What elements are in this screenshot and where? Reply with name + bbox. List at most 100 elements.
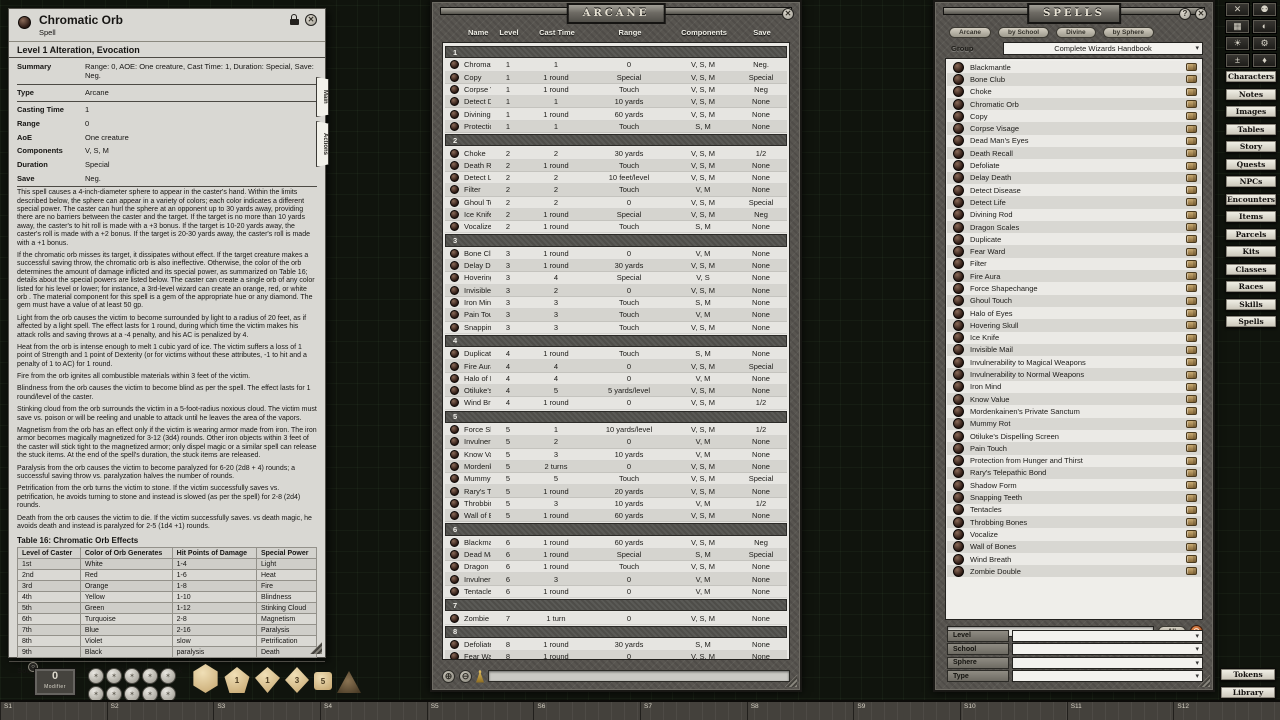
spell-orb-icon[interactable] [953, 492, 964, 503]
link-icon[interactable] [1186, 137, 1197, 145]
sidebar-item-skills[interactable]: Skills [1225, 298, 1277, 311]
window-title[interactable]: ARCANE [567, 3, 666, 24]
spell-list-item[interactable]: Snapping Teeth [947, 491, 1201, 503]
close-icon[interactable]: ✕ [782, 8, 794, 20]
d4-die-icon[interactable] [337, 671, 361, 693]
spell-list-item[interactable]: Fire Aura [947, 270, 1201, 282]
spell-list-item[interactable]: Corpse Visage [947, 122, 1201, 134]
group-dropdown[interactable]: Complete Wizards Handbook ▾ [1003, 42, 1203, 55]
link-icon[interactable] [1186, 321, 1197, 329]
light-icon[interactable]: ☀ [1225, 36, 1250, 51]
arcane-spell-row[interactable]: Dragon Scales61 roundTouchV, S, MNone [445, 561, 787, 573]
spell-list-item[interactable]: Invulnerability to Magical Weapons [947, 356, 1201, 368]
link-icon[interactable] [1186, 309, 1197, 317]
coin-slot-icon[interactable]: ✶ [88, 668, 104, 684]
link-icon[interactable] [1186, 334, 1197, 342]
hotkey-slot[interactable]: S5 [427, 702, 534, 720]
link-icon[interactable] [1186, 162, 1197, 170]
arcane-spell-row[interactable]: Ghoul Touch220V, S, MSpecial [445, 197, 787, 209]
spell-orb-icon[interactable] [953, 369, 964, 380]
arcane-spell-row[interactable]: Divining Rod11 round60 yardsV, S, MNone [445, 108, 787, 120]
link-icon[interactable] [1186, 407, 1197, 415]
hotkey-slot[interactable]: S4 [320, 702, 427, 720]
link-icon[interactable] [1186, 260, 1197, 268]
spell-list-item[interactable]: Know Value [947, 393, 1201, 405]
arcane-spell-row[interactable]: Filter22TouchV, MNone [445, 184, 787, 196]
spell-orb-icon[interactable] [450, 185, 459, 194]
spell-list-item[interactable]: Divining Rod [947, 209, 1201, 221]
spell-orb-icon[interactable] [953, 443, 964, 454]
sidebar-item-characters[interactable]: Characters [1225, 70, 1277, 83]
spell-orb-icon[interactable] [450, 198, 459, 207]
spell-orb-icon[interactable] [953, 258, 964, 269]
spell-list-item[interactable]: Duplicate [947, 233, 1201, 245]
spell-list-item[interactable]: Chromatic Orb [947, 98, 1201, 110]
spell-orb-icon[interactable] [953, 271, 964, 282]
arcane-spell-row[interactable]: Know Value5310 yardsV, MNone [445, 449, 787, 461]
spell-list-item[interactable]: Protection from Hunger and Thirst [947, 455, 1201, 467]
coin-slot-icon[interactable]: ✶ [106, 668, 122, 684]
spell-orb-icon[interactable] [450, 652, 459, 660]
spell-orb-icon[interactable] [953, 209, 964, 220]
spell-list-item[interactable]: Dragon Scales [947, 221, 1201, 233]
spell-orb-icon[interactable] [450, 362, 459, 371]
link-icon[interactable] [1186, 395, 1197, 403]
spell-orb-icon[interactable] [953, 283, 964, 294]
link-icon[interactable] [1186, 383, 1197, 391]
sidebar-item-tokens[interactable]: Tokens [1220, 668, 1276, 681]
tab-by-school[interactable]: by School [998, 27, 1049, 38]
arcane-spell-row[interactable]: Snapping Teeth33TouchV, S, MNone [445, 322, 787, 334]
sidebar-item-kits[interactable]: Kits [1225, 245, 1277, 258]
link-icon[interactable] [1186, 494, 1197, 502]
arcane-spell-row[interactable]: Invulnerability to Normal Weapons520V, M… [445, 436, 787, 448]
spell-orb-icon[interactable] [953, 295, 964, 306]
spell-list-item[interactable]: Otiluke's Dispelling Screen [947, 430, 1201, 442]
spell-orb-icon[interactable] [450, 173, 459, 182]
arcane-spell-row[interactable]: Tentacles61 round0V, MNone [445, 586, 787, 598]
arcane-spell-row[interactable]: Invulnerability to Magical Weapons630V, … [445, 573, 787, 585]
spell-orb-icon[interactable] [450, 97, 459, 106]
spell-list-item[interactable]: Rary's Telepathic Bond [947, 467, 1201, 479]
link-icon[interactable] [1186, 555, 1197, 563]
calculator-icon[interactable]: ▦ [1225, 19, 1250, 34]
arcane-spell-row[interactable]: Throbbing Bones5310 yardsV, M1/2 [445, 498, 787, 510]
help-icon[interactable]: ? [1179, 8, 1191, 20]
remove-icon[interactable]: ⊖ [459, 670, 472, 683]
link-icon[interactable] [1186, 125, 1197, 133]
spell-orb-icon[interactable] [450, 450, 459, 459]
link-icon[interactable] [1186, 567, 1197, 575]
arcane-spell-row[interactable]: Choke2230 yardsV, S, M1/2 [445, 147, 787, 159]
arcane-spell-row[interactable]: Copy11 roundSpecialV, S, MSpecial [445, 72, 787, 84]
spell-orb-icon[interactable] [953, 418, 964, 429]
tab-divine[interactable]: Divine [1056, 27, 1096, 38]
link-icon[interactable] [1186, 530, 1197, 538]
arcane-spell-row[interactable]: Detect Life2210 feet/levelV, S, MNone [445, 172, 787, 184]
sidebar-item-tables[interactable]: Tables [1225, 123, 1277, 136]
arcane-spell-row[interactable]: Force Shapechange5110 yards/levelV, S, M… [445, 424, 787, 436]
spell-list-item[interactable]: Pain Touch [947, 442, 1201, 454]
arcane-spell-row[interactable]: Blackmantle61 round60 yardsV, S, MNeg [445, 537, 787, 549]
spell-orb-icon[interactable] [953, 74, 964, 85]
link-icon[interactable] [1186, 297, 1197, 305]
spell-orb-icon[interactable] [450, 398, 459, 407]
filter-dropdown-sphere[interactable]: ▾ [1012, 657, 1203, 669]
spell-orb-icon[interactable] [450, 286, 459, 295]
filter-dropdown-school[interactable]: ▾ [1012, 643, 1203, 655]
sidebar-item-spells[interactable]: Spells [1225, 315, 1277, 328]
link-icon[interactable] [1186, 63, 1197, 71]
arcane-spell-row[interactable]: Corpse Visage11 roundTouchV, S, MNeg [445, 84, 787, 96]
spell-orb-icon[interactable] [953, 517, 964, 528]
spell-orb-icon[interactable] [953, 431, 964, 442]
hotkey-slot[interactable]: S3 [213, 702, 320, 720]
spell-list-item[interactable]: Wall of Bones [947, 541, 1201, 553]
spell-list-item[interactable]: Dead Man's Eyes [947, 135, 1201, 147]
arcane-spell-row[interactable]: Death Recall21 roundTouchV, S, MNone [445, 160, 787, 172]
spell-orb-icon[interactable] [450, 437, 459, 446]
spell-orb-icon[interactable] [953, 332, 964, 343]
spell-orb-icon[interactable] [953, 246, 964, 257]
link-icon[interactable] [1186, 186, 1197, 194]
spell-orb-icon[interactable] [450, 425, 459, 434]
spell-list-item[interactable]: Mummy Rot [947, 418, 1201, 430]
spell-orb-icon[interactable] [953, 234, 964, 245]
plus-minus-icon[interactable]: ± [1225, 53, 1250, 68]
